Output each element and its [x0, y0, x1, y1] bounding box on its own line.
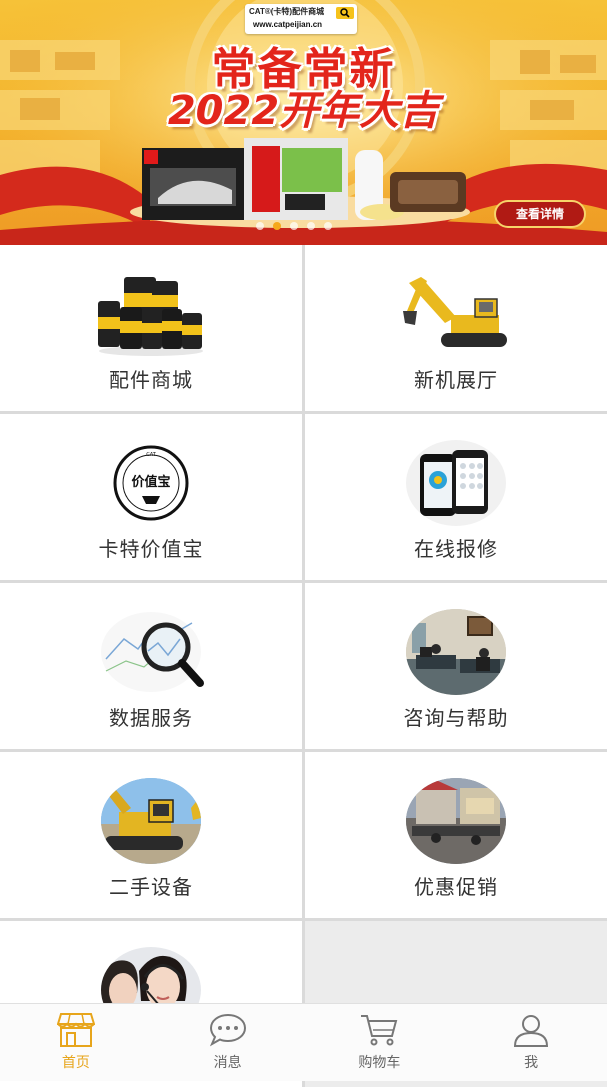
promo-booth-photo: [401, 778, 511, 864]
banner-headline-line2: 2022开年大吉: [167, 88, 440, 134]
magnifier-chart-image: [96, 609, 206, 695]
carousel-indicators: [256, 222, 332, 230]
brand-search-bar[interactable]: CAT®(卡特)配件商城 www.catpeijian.cn: [245, 4, 357, 34]
carousel-dot[interactable]: [307, 222, 315, 230]
tab-home[interactable]: 首页: [0, 1004, 152, 1081]
oil-bottles-image: [96, 271, 206, 357]
carousel-dot-active[interactable]: [273, 222, 281, 230]
brand-url: www.catpeijian.cn: [253, 20, 323, 29]
tab-messages[interactable]: 消息: [152, 1004, 304, 1081]
used-excavator-photo: [96, 778, 206, 864]
tile-label: 咨询与帮助: [403, 706, 509, 730]
tile-label: 数据服务: [109, 706, 193, 730]
tile-label: 配件商城: [109, 368, 193, 392]
tab-label: 消息: [213, 1055, 242, 1071]
svg-text:CAT: CAT: [146, 452, 157, 458]
value-treasure-logo: 价值宝 CAT: [96, 440, 206, 526]
shopping-cart-icon: [359, 1012, 399, 1052]
tile-label: 优惠促销: [414, 875, 498, 899]
tile-value-treasure[interactable]: 价值宝 CAT 卡特价值宝: [0, 414, 302, 580]
excavator-image: [401, 271, 511, 357]
search-icon[interactable]: [336, 7, 354, 19]
tile-data-service[interactable]: 数据服务: [0, 583, 302, 749]
tile-label: 在线报修: [414, 537, 498, 561]
tile-used-equipment[interactable]: 二手设备: [0, 752, 302, 918]
user-icon: [511, 1012, 551, 1052]
view-details-button[interactable]: 查看详情: [496, 202, 584, 226]
tile-label: 二手设备: [109, 875, 193, 899]
tile-online-repair[interactable]: 在线报修: [305, 414, 607, 580]
store-icon: [56, 1012, 96, 1052]
tile-label: 卡特价值宝: [98, 537, 204, 561]
feature-grid: 配件商城 新机展厅 价值宝 CAT 卡特价值宝 在线报修 数据服务 咨询与帮助 …: [0, 245, 607, 1087]
chat-bubble-icon: [208, 1012, 248, 1052]
tab-label: 我: [524, 1055, 539, 1071]
tab-label: 首页: [61, 1055, 90, 1071]
svg-text:价值宝: 价值宝: [131, 474, 170, 490]
smartphones-image: [401, 440, 511, 526]
tile-label: 新机展厅: [414, 368, 498, 392]
tile-new-machines[interactable]: 新机展厅: [305, 245, 607, 411]
carousel-dot[interactable]: [290, 222, 298, 230]
tile-parts-mall[interactable]: 配件商城: [0, 245, 302, 411]
tile-consult-help[interactable]: 咨询与帮助: [305, 583, 607, 749]
tab-label: 购物车: [358, 1055, 401, 1071]
tab-me[interactable]: 我: [455, 1004, 607, 1081]
brand-name: CAT®(卡特)配件商城: [249, 7, 325, 16]
tile-promotions[interactable]: 优惠促销: [305, 752, 607, 918]
carousel-dot[interactable]: [324, 222, 332, 230]
tab-cart[interactable]: 购物车: [304, 1004, 456, 1081]
promo-banner[interactable]: CAT®(卡特)配件商城 www.catpeijian.cn 常备常新 2022…: [0, 0, 607, 245]
office-photo: [401, 609, 511, 695]
carousel-dot[interactable]: [256, 222, 264, 230]
bottom-tab-bar: 首页 消息 购物车 我: [0, 1003, 607, 1081]
